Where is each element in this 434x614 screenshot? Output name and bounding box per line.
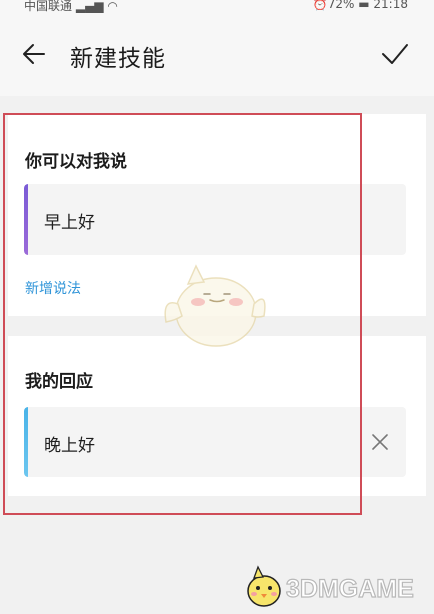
close-icon[interactable] (370, 432, 390, 452)
status-right: ⏰72% ▬ 21:18 (312, 0, 408, 11)
checkmark-icon[interactable] (380, 40, 410, 68)
header: 中国联通 ▂▄▆ ◠ ⏰72% ▬ 21:18 新建技能 (0, 0, 434, 96)
chick-logo-icon (247, 565, 281, 607)
watermark-text: 3DMGAME (285, 574, 414, 603)
arrow-left-icon[interactable] (20, 40, 48, 68)
status-carrier: 中国联通 ▂▄▆ ◠ (24, 0, 118, 14)
mascot-watermark-icon (164, 264, 266, 347)
signal-wifi-icon: ▂▄▆ ◠ (75, 0, 118, 13)
carrier-label: 中国联通 (24, 0, 73, 13)
page-title: 新建技能 (70, 46, 166, 72)
watermark: 3DMGAME (240, 563, 434, 611)
status-bar: 中国联通 ▂▄▆ ◠ ⏰72% ▬ 21:18 (0, 0, 434, 14)
